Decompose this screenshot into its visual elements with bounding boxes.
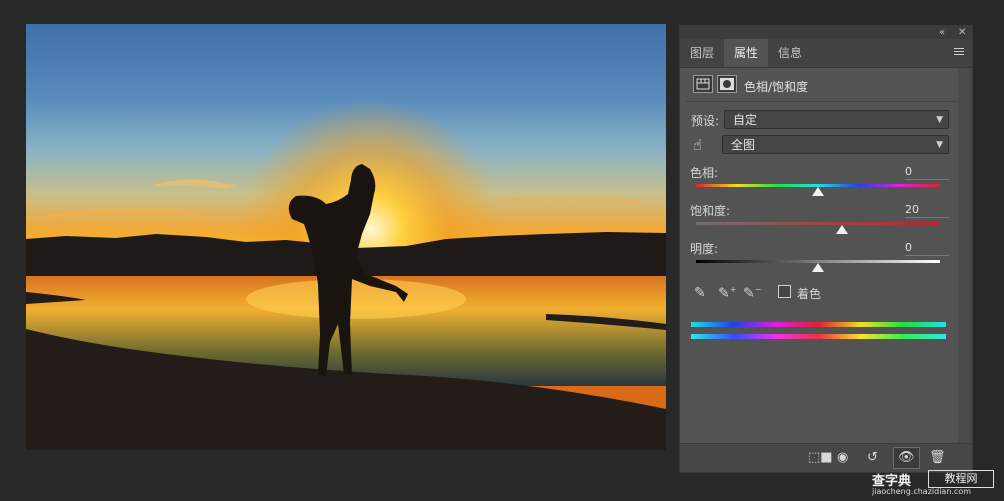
watermark: 查字典 教程网 jiaocheng.chazidian.com xyxy=(872,470,1000,498)
preset-select[interactable]: 自定 ▼ xyxy=(724,110,949,129)
saturation-value[interactable]: 20 xyxy=(905,203,949,218)
canvas-photo xyxy=(26,24,666,450)
mask-icon[interactable] xyxy=(717,75,737,93)
panel-tabs: 图层 属性 信息 xyxy=(680,39,972,68)
preset-value: 自定 xyxy=(733,113,758,127)
view-previous-icon[interactable]: ◉ xyxy=(837,450,848,465)
lightness-value[interactable]: 0 xyxy=(905,241,949,256)
input-color-bar xyxy=(691,322,946,327)
hue-value[interactable]: 0 xyxy=(905,165,949,180)
channel-select[interactable]: 全图 ▼ xyxy=(722,135,949,154)
adjustment-title: 色相/饱和度 xyxy=(744,80,809,94)
lightness-slider-thumb[interactable] xyxy=(812,263,824,272)
preset-label: 预设: xyxy=(691,114,720,128)
adjustment-header: 色相/饱和度 xyxy=(680,71,956,101)
eyedropper-minus-icon[interactable]: ✎− xyxy=(743,285,761,302)
trash-icon[interactable]: 🗑 xyxy=(929,450,946,465)
saturation-slider-thumb[interactable] xyxy=(836,225,848,234)
visibility-icon[interactable]: 👁 xyxy=(893,447,920,469)
close-icon[interactable]: ✕ xyxy=(958,26,966,39)
divider xyxy=(686,101,968,102)
panel-scrollbar[interactable] xyxy=(958,68,972,443)
properties-panel: « ✕ 图层 属性 信息 色相/饱和度 预设: 自定 ▼ ☝ 全图 ▼ 色相: … xyxy=(679,25,973,473)
eyedropper-icon[interactable]: ✎ xyxy=(694,285,706,301)
chevron-down-icon: ▼ xyxy=(936,115,943,125)
chevron-down-icon: ▼ xyxy=(936,140,943,150)
reset-icon[interactable]: ↺ xyxy=(867,450,878,465)
collapse-icon[interactable]: « xyxy=(939,26,945,39)
panel-titlebar: « ✕ xyxy=(680,26,972,39)
clip-to-layer-icon[interactable]: ⬚■ xyxy=(808,450,833,465)
watermark-box: 教程网 xyxy=(928,470,994,488)
adjustment-layer-icon[interactable] xyxy=(693,75,713,93)
saturation-label: 饱和度: xyxy=(690,204,731,218)
tab-info[interactable]: 信息 xyxy=(768,39,812,67)
panel-menu-icon[interactable] xyxy=(954,48,964,57)
hue-slider-thumb[interactable] xyxy=(812,187,824,196)
channel-value: 全图 xyxy=(731,138,756,152)
saturation-slider-track[interactable] xyxy=(696,222,940,225)
tab-properties[interactable]: 属性 xyxy=(724,39,768,67)
target-hand-icon[interactable]: ☝ xyxy=(693,136,702,154)
watermark-url: jiaocheng.chazidian.com xyxy=(872,487,972,496)
colorize-label: 着色 xyxy=(797,287,822,301)
sunset-photo xyxy=(26,24,666,450)
colorize-checkbox[interactable] xyxy=(778,285,791,298)
output-color-bar xyxy=(691,334,946,339)
tab-layers[interactable]: 图层 xyxy=(680,39,724,67)
lightness-label: 明度: xyxy=(690,242,719,256)
hue-label: 色相: xyxy=(690,166,719,180)
eyedropper-plus-icon[interactable]: ✎+ xyxy=(718,285,736,302)
panel-bottom-toolbar: ⬚■ ◉ ↺ 👁 🗑 xyxy=(680,443,972,472)
